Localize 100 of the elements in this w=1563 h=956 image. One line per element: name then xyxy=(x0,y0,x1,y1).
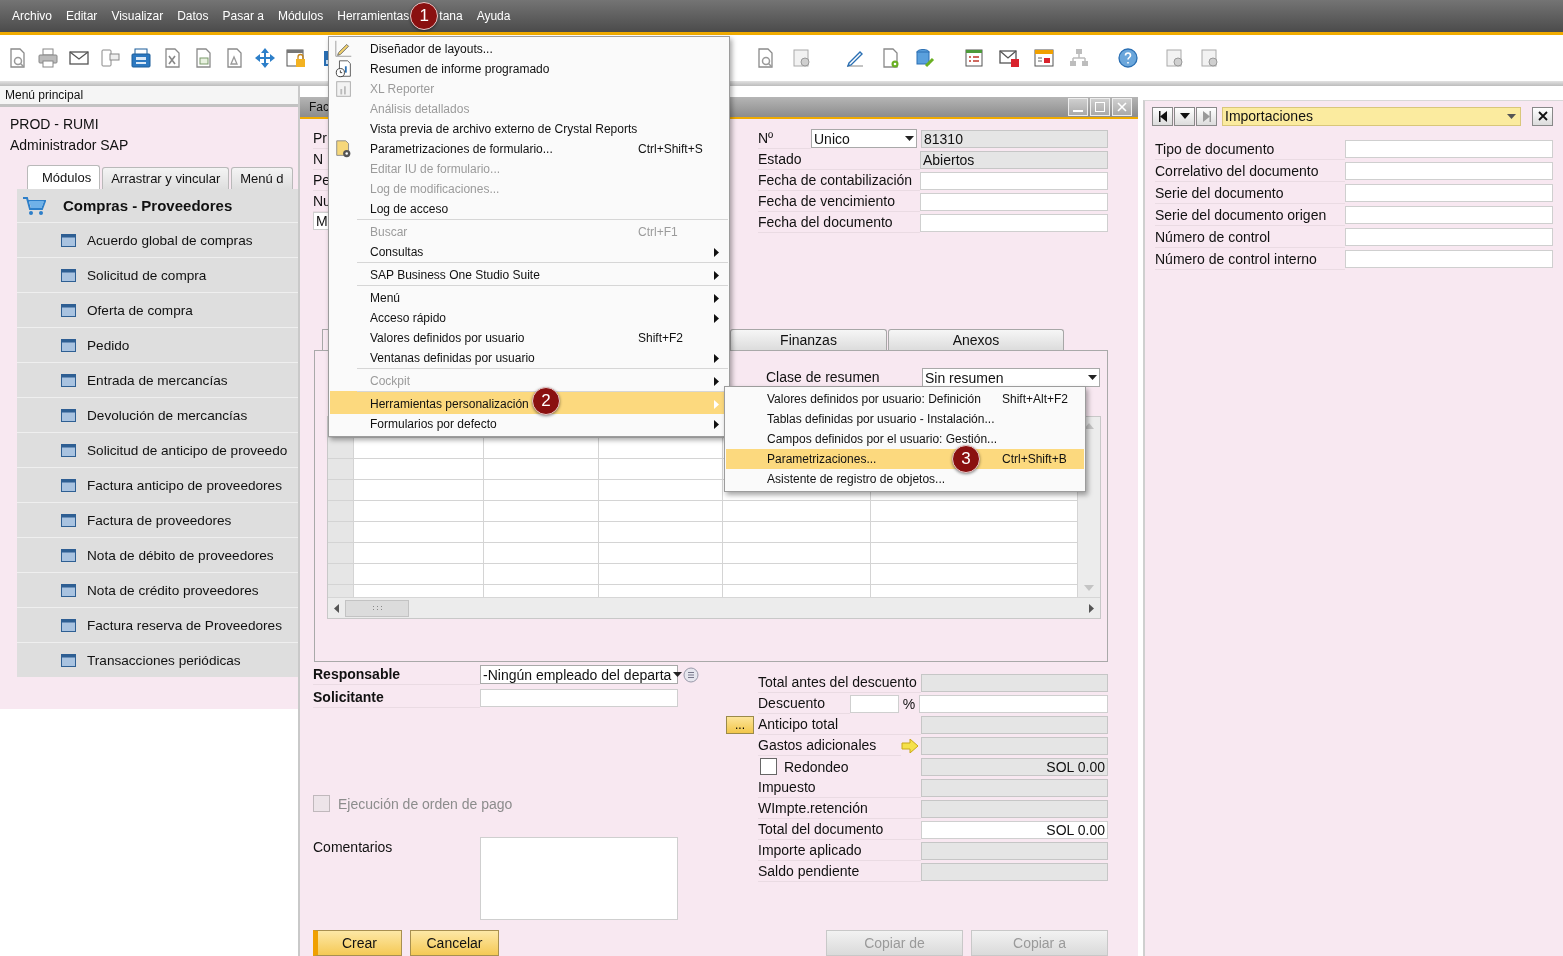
lock-icon[interactable] xyxy=(285,47,307,69)
tab[interactable]: Finanzas xyxy=(730,329,887,350)
date-field[interactable] xyxy=(920,192,1108,211)
tab[interactable]: Anexos xyxy=(888,329,1064,350)
date-field[interactable] xyxy=(920,171,1108,190)
report-icon xyxy=(334,59,354,79)
window-icon xyxy=(61,618,76,632)
arrow-icon[interactable] xyxy=(901,738,919,753)
checkbox[interactable] xyxy=(760,758,777,775)
fax-icon[interactable] xyxy=(130,47,152,69)
module-link[interactable]: Factura de proveedores xyxy=(87,512,232,528)
previous-button[interactable] xyxy=(1152,106,1173,126)
menu-item[interactable]: Archivo xyxy=(12,9,52,23)
menu-item[interactable]: Datos xyxy=(177,9,209,23)
menu-item[interactable]: Formularios por defecto xyxy=(330,414,728,434)
input-field[interactable] xyxy=(1345,162,1553,180)
comments-field[interactable] xyxy=(480,837,678,920)
menu-item[interactable]: Módulos xyxy=(277,9,324,23)
action-button[interactable]: Cancelar xyxy=(410,930,499,956)
menu-item[interactable]: Ayuda xyxy=(476,9,511,23)
amount-field[interactable] xyxy=(919,694,1108,713)
field-label: Número de control xyxy=(1155,226,1345,248)
field-label: Anticipo total xyxy=(758,714,921,735)
module-link[interactable]: Devolución de mercancías xyxy=(87,407,248,423)
amount-field[interactable]: SOL 0.00 xyxy=(921,820,1108,839)
readonly-field: 81310 xyxy=(921,129,1108,148)
minimize-button[interactable] xyxy=(1068,97,1088,116)
field-label: Saldo pendiente xyxy=(758,861,921,882)
input-field[interactable] xyxy=(1345,228,1553,246)
menu-item[interactable]: Herramientas xyxy=(337,9,410,23)
module-link[interactable]: Transacciones periódicas xyxy=(87,652,241,668)
hierarchy-icon[interactable] xyxy=(1068,47,1090,69)
calendar-icon[interactable] xyxy=(1033,47,1055,69)
list-icon[interactable] xyxy=(683,666,699,683)
maximize-button[interactable] xyxy=(1090,97,1110,116)
gear-icon[interactable] xyxy=(1199,47,1221,69)
field-label: Importe aplicado xyxy=(758,840,921,861)
menu-item[interactable]: Visualizar xyxy=(111,9,164,23)
module-link[interactable]: Oferta de compra xyxy=(87,302,193,318)
input-field[interactable] xyxy=(1345,140,1553,158)
previous-icon xyxy=(1158,110,1167,122)
tab[interactable]: Módulos xyxy=(27,165,101,189)
series-select[interactable]: Unico xyxy=(811,129,917,148)
tab[interactable]: Menú d xyxy=(231,167,293,189)
scroll-left-icon xyxy=(334,603,339,613)
submenu-arrow-icon xyxy=(714,270,719,280)
menu-item[interactable]: Editar xyxy=(66,9,98,23)
window-icon xyxy=(61,233,76,247)
pencil-icon xyxy=(334,39,354,59)
input-field[interactable] xyxy=(1345,184,1553,202)
menu-item[interactable]: Tablas definidas por usuario - Instalación... xyxy=(726,409,1084,429)
scrollbar-thumb[interactable] xyxy=(345,599,409,617)
database-wrench-icon[interactable] xyxy=(914,47,936,69)
unit-label: % xyxy=(901,695,917,712)
action-button[interactable]: Crear xyxy=(313,930,402,956)
module-link[interactable]: Acuerdo global de compras xyxy=(87,232,253,248)
more-button[interactable]: ... xyxy=(726,715,754,734)
dropdown-button[interactable] xyxy=(1174,106,1195,126)
module-link[interactable]: Nota de crédito proveedores xyxy=(87,582,259,598)
phone-icon[interactable] xyxy=(99,47,121,69)
module-link[interactable]: Solicitud de anticipo de proveedo xyxy=(87,442,288,458)
mail-alert-icon[interactable] xyxy=(998,47,1020,69)
printer-icon[interactable] xyxy=(37,47,59,69)
menu-item[interactable]: Menú xyxy=(330,285,728,308)
menu-item[interactable]: tana xyxy=(439,9,463,23)
module-link[interactable]: Pedido xyxy=(87,337,130,353)
module-link[interactable]: Nota de débito de proveedores xyxy=(87,547,274,563)
summary-select[interactable]: Sin resumen xyxy=(922,368,1100,387)
menu-item[interactable]: Consultas xyxy=(330,242,728,262)
category-select[interactable]: Importaciones xyxy=(1222,106,1521,126)
checkbox-label: Ejecución de orden de pago xyxy=(338,795,513,812)
module-link[interactable]: Factura reserva de Proveedores xyxy=(87,617,282,633)
arrows-icon[interactable] xyxy=(254,47,276,69)
submenu-arrow-icon xyxy=(714,353,719,363)
menu-item[interactable]: Acceso rápido xyxy=(330,308,728,328)
checklist-icon[interactable] xyxy=(963,47,985,69)
help-icon[interactable] xyxy=(1117,47,1139,69)
window-icon xyxy=(61,373,76,387)
readonly-field: Abiertos xyxy=(920,150,1108,169)
menu-item[interactable]: SAP Business One Studio Suite xyxy=(330,262,728,285)
field-label: Comentarios xyxy=(313,838,394,857)
menu-item[interactable]: Diseñador de layouts... xyxy=(330,39,728,59)
gear-icon[interactable] xyxy=(1164,47,1186,69)
module-link[interactable]: Solicitud de compra xyxy=(87,267,207,283)
tab[interactable]: Arrastrar y vincular xyxy=(102,167,230,189)
menu-item[interactable]: Pasar a xyxy=(222,9,264,23)
field-label: Solicitante xyxy=(313,687,480,708)
menu-item[interactable]: Resumen de informe programado xyxy=(330,59,728,79)
menu-item[interactable]: Ventanas definidas por usuario xyxy=(330,348,728,368)
input-field[interactable] xyxy=(1345,206,1553,224)
input-field[interactable] xyxy=(480,688,678,707)
panel-title: Menú principal xyxy=(0,86,298,107)
module-link[interactable]: Entrada de mercancías xyxy=(87,372,228,388)
close-button[interactable] xyxy=(1532,106,1553,126)
module-link[interactable]: Factura anticipo de proveedores xyxy=(87,477,282,493)
menu-item[interactable]: Valores definidos por usuario: Definición Shift+Alt+F2 xyxy=(726,389,1084,409)
gear-icon[interactable] xyxy=(791,47,813,69)
percent-field[interactable] xyxy=(850,694,899,713)
input-field[interactable] xyxy=(1345,250,1553,268)
date-field[interactable] xyxy=(920,213,1108,232)
